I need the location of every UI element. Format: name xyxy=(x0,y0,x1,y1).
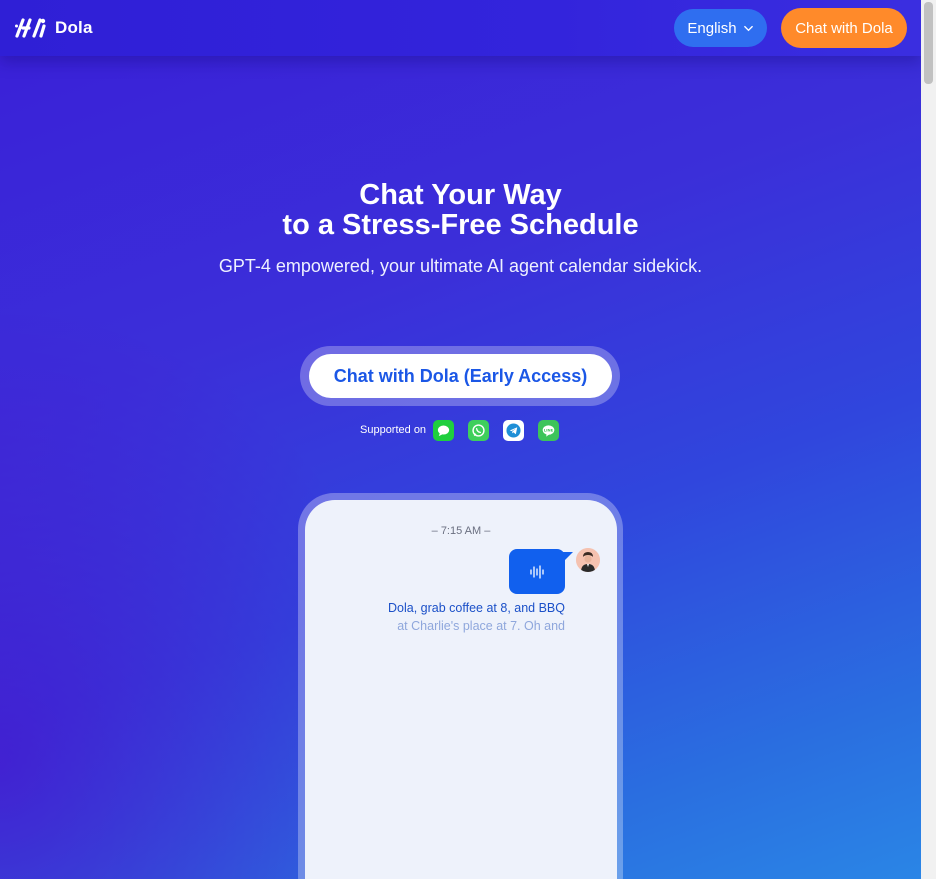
voice-message-bubble[interactable] xyxy=(509,549,565,594)
logo-text: Dola xyxy=(55,18,93,37)
hero-subtitle: GPT-4 empowered, your ultimate AI agent … xyxy=(218,256,703,276)
early-access-button[interactable]: Chat with Dola (Early Access) xyxy=(309,354,612,398)
logo[interactable]: Dola xyxy=(14,16,93,40)
scrollbar-thumb[interactable] xyxy=(924,2,933,84)
hero-title-line2: to a Stress-Free Schedule xyxy=(282,209,639,241)
scrollbar[interactable] xyxy=(921,0,936,879)
language-selector[interactable]: English xyxy=(674,9,767,47)
hero-title-line1: Chat Your Way xyxy=(359,179,562,211)
audio-wave-icon xyxy=(530,564,544,579)
user-avatar-icon xyxy=(576,548,600,572)
line-icon[interactable]: LINE xyxy=(538,419,560,441)
dola-logo-icon xyxy=(15,18,46,38)
whatsapp-icon[interactable] xyxy=(468,419,490,441)
svg-text:LINE: LINE xyxy=(544,428,554,432)
supported-label: Supported on xyxy=(360,424,427,436)
language-label: English xyxy=(687,19,737,37)
imessage-icon[interactable] xyxy=(433,419,455,441)
chat-message-line1: Dola, grab coffee at 8, and BBQ xyxy=(388,601,565,615)
bubble-tail xyxy=(563,552,573,562)
chevron-down-icon xyxy=(743,25,753,31)
telegram-icon[interactable] xyxy=(503,419,525,441)
chat-with-dola-button[interactable]: Chat with Dola xyxy=(781,8,907,48)
site-header: Dola English Chat with Dola xyxy=(0,0,921,56)
avatar xyxy=(576,548,600,572)
chat-message-line2: at Charlie's place at 7. Oh and xyxy=(397,619,565,633)
chat-timestamp: – 7:15 AM – xyxy=(431,525,491,537)
supported-platforms: Supported on LINE xyxy=(360,419,560,441)
